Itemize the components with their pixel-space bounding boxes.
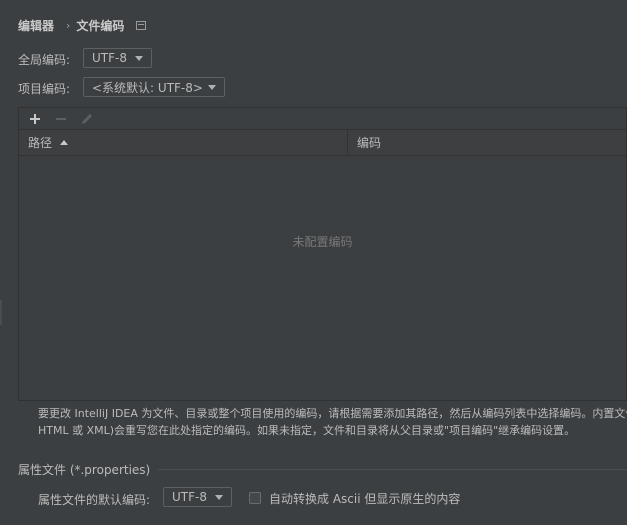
column-header-encoding-label: 编码 [357, 136, 382, 150]
table-header: 路径 编码 [19, 130, 626, 156]
column-header-path[interactable]: 路径 [19, 130, 348, 155]
encoding-mappings-table[interactable]: 路径 编码 未配置编码 [18, 129, 627, 401]
native-to-ascii-label[interactable]: 自动转换成 Ascii 但显示原生的内容 [269, 490, 460, 507]
chevron-down-icon [135, 55, 143, 61]
properties-section-title: 属性文件 (*.properties) [18, 462, 151, 477]
breadcrumb-separator: › [66, 18, 71, 32]
splitter-edge[interactable] [0, 300, 2, 325]
project-encoding-value: <系统默认: UTF-8> [92, 80, 203, 95]
description-line-2: HTML 或 XML)会重写您在此处指定的编码。如果未指定，文件和目录将从父目录… [38, 424, 576, 437]
column-header-encoding[interactable]: 编码 [348, 130, 381, 155]
properties-encoding-value: UTF-8 [172, 490, 207, 504]
chevron-down-icon [215, 494, 223, 500]
description-line-1: 要更改 IntelliJ IDEA 为文件、目录或整个项目使用的编码，请根据需要… [38, 407, 627, 420]
chevron-down-icon [208, 84, 216, 90]
native-to-ascii-checkbox[interactable] [249, 492, 261, 504]
pencil-icon [82, 113, 92, 124]
remove-path-button[interactable] [52, 110, 70, 128]
table-empty-text: 未配置编码 [292, 235, 353, 249]
breadcrumb-file-encodings: 文件编码 [76, 18, 125, 33]
project-encoding-label: 项目编码: [18, 82, 71, 96]
add-path-button[interactable] [26, 110, 44, 128]
edit-path-button[interactable] [78, 110, 96, 128]
table-toolbar [18, 107, 627, 129]
project-encoding-dropdown[interactable]: <系统默认: UTF-8> [83, 77, 225, 97]
breadcrumb-editor[interactable]: 编辑器 [18, 17, 54, 34]
native-to-ascii-option[interactable]: 自动转换成 Ascii 但显示原生的内容 [249, 489, 460, 507]
sort-ascending-icon [60, 140, 69, 145]
properties-default-encoding-label: 属性文件的默认编码: [38, 493, 151, 507]
plus-icon [30, 113, 40, 124]
properties-section-header: 属性文件 (*.properties) [18, 460, 627, 478]
encoding-description: 要更改 IntelliJ IDEA 为文件、目录或整个项目使用的编码，请根据需要… [38, 405, 627, 439]
column-header-path-label: 路径 [28, 136, 53, 150]
file-encodings-settings-page: 编辑器 › 文件编码 全局编码: UTF-8 项目编码: <系统默认: UTF-… [0, 0, 627, 525]
global-encoding-label: 全局编码: [18, 53, 71, 67]
breadcrumb: 编辑器 › 文件编码 [18, 16, 147, 34]
minus-icon [56, 117, 66, 120]
properties-encoding-dropdown[interactable]: UTF-8 [163, 487, 232, 507]
global-encoding-value: UTF-8 [92, 51, 127, 65]
window-icon [136, 20, 147, 30]
section-divider [158, 468, 627, 470]
global-encoding-dropdown[interactable]: UTF-8 [83, 48, 152, 68]
